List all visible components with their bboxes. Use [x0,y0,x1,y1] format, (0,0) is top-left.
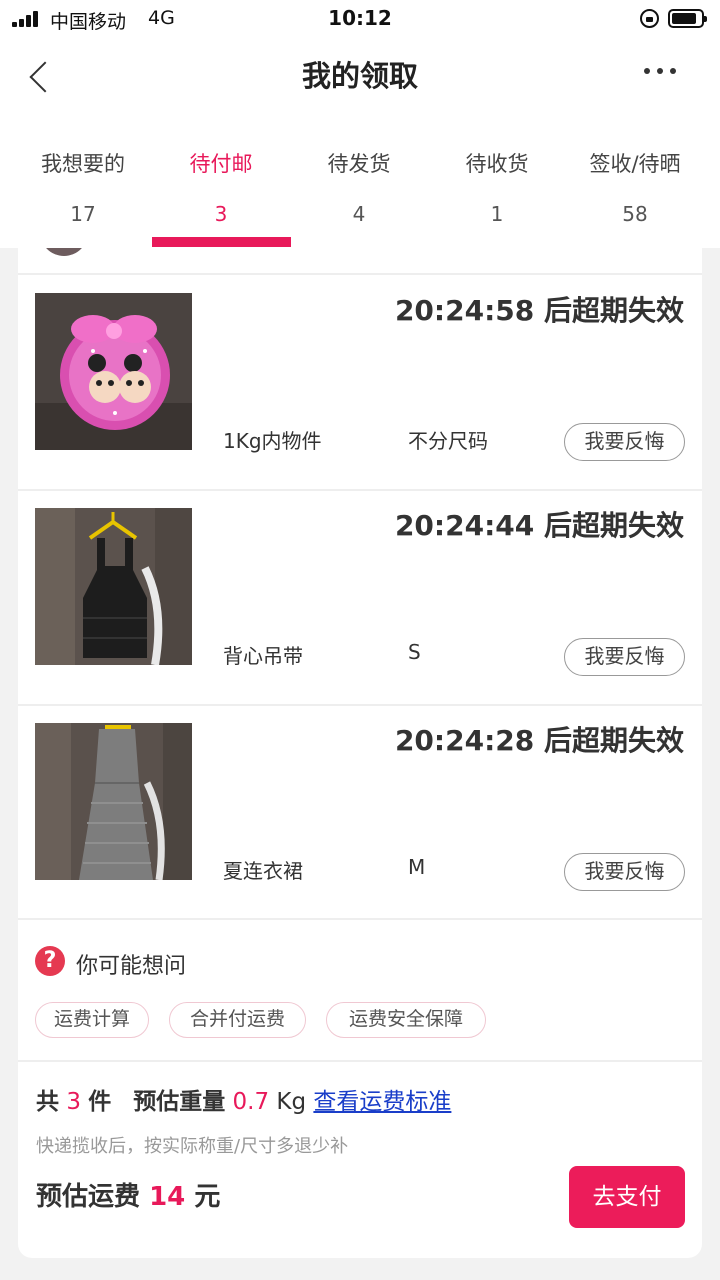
item-size: M [408,855,426,879]
tab-count: 1 [490,202,504,226]
tab-label: 我想要的 [41,152,125,176]
regret-button[interactable]: 我要反悔 [564,638,685,676]
list-item[interactable]: 20:24:28 后超期失效 夏连衣裙 M 我要反悔 [18,705,702,919]
regret-button[interactable]: 我要反悔 [564,853,685,891]
faq-title: 你可能想问 [76,954,187,979]
faq-chip-shipping-security[interactable]: 运费安全保障 [326,1002,486,1038]
order-card: 20:24:58 后超期失效 1Kg内物件 不分尺码 我要反悔 20:24:44… [18,248,702,1258]
weight-unit: Kg [276,1089,307,1115]
checkout-summary: 共 3 件 预估重量 0.7 Kg 查看运费标准 快递揽收后，按实际称重/尺寸多… [18,1060,702,1258]
order-status-tabs: 我想要的 17 待付邮 3 待发货 4 待收货 1 签收/待晒 58 [0,118,720,248]
fee-unit: 元 [194,1182,221,1212]
tab-pending-receipt[interactable]: 待收货 1 [428,118,566,248]
tab-count: 4 [352,202,366,226]
item-name: 1Kg内物件 [223,429,322,453]
faq-chip-shipping-calc[interactable]: 运费计算 [35,1002,149,1038]
tab-signed-review[interactable]: 签收/待晒 58 [566,118,704,248]
tab-pending-postage[interactable]: 待付邮 3 [152,118,290,248]
shipping-note: 快递揽收后，按实际称重/尺寸多退少补 [36,1136,349,1157]
clock: 10:12 [328,6,392,30]
shipping-standard-link[interactable]: 查看运费标准 [313,1089,451,1115]
orientation-lock-icon [640,9,659,28]
question-icon: ? [35,946,65,976]
tab-pending-shipment[interactable]: 待发货 4 [290,118,428,248]
more-icon[interactable] [642,68,678,78]
product-image [35,723,192,880]
list-item[interactable]: 20:24:58 后超期失效 1Kg内物件 不分尺码 我要反悔 [18,275,702,489]
tab-count: 3 [214,202,228,226]
pay-button[interactable]: 去支付 [569,1166,685,1228]
expiry-countdown: 20:24:44 后超期失效 [394,509,684,542]
product-image [35,508,192,665]
tab-label: 待付邮 [189,152,253,176]
item-size: 不分尺码 [408,429,488,453]
status-bar: 中国移动 4G 10:12 [0,0,720,38]
item-name: 夏连衣裙 [223,859,303,883]
tab-label: 签收/待晒 [589,152,681,176]
page-title: 我的领取 [301,59,418,93]
regret-button[interactable]: 我要反悔 [564,423,685,461]
product-image [35,293,192,450]
tab-count: 58 [622,202,648,226]
tab-wanted[interactable]: 我想要的 17 [14,118,152,248]
expiry-countdown: 20:24:58 后超期失效 [394,294,684,327]
faq-chip-combined-postage[interactable]: 合并付运费 [169,1002,306,1038]
total-count: 3 [66,1089,81,1115]
nav-bar: 我的领取 [0,38,720,118]
item-name: 背心吊带 [223,644,303,668]
item-size: S [408,640,421,664]
list-item[interactable]: 20:24:44 后超期失效 背心吊带 S 我要反悔 [18,490,702,704]
estimated-fee-line: 预估运费 14 元 [36,1176,220,1213]
total-prefix: 共 [36,1089,59,1115]
fee-value: 14 [149,1182,186,1212]
faq-section: ? 你可能想问 运费计算 合并付运费 运费安全保障 [18,918,702,1058]
tab-count: 17 [70,202,96,226]
battery-icon [668,9,707,28]
order-total-line: 共 3 件 预估重量 0.7 Kg 查看运费标准 [36,1082,451,1116]
fee-label: 预估运费 [36,1182,141,1212]
tab-label: 待发货 [327,152,391,176]
expiry-countdown: 20:24:28 后超期失效 [394,724,684,757]
total-suffix: 件 [88,1089,112,1115]
weight-value: 0.7 [232,1089,270,1115]
weight-label: 预估重量 [133,1089,226,1115]
active-tab-indicator [152,237,291,247]
avatar [40,248,88,256]
tab-label: 待收货 [465,152,529,176]
